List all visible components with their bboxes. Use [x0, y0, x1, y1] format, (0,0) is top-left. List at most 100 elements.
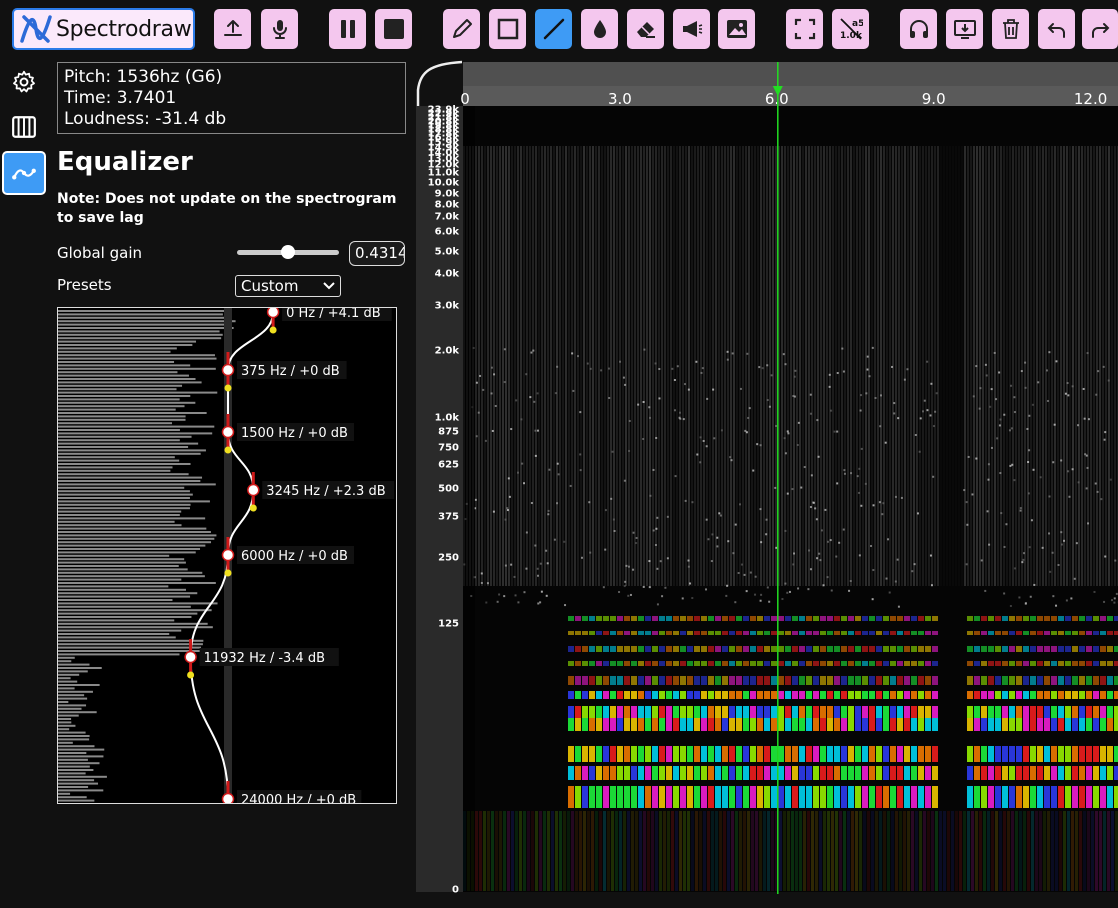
- spectro-harmonic-band: [701, 718, 707, 731]
- equalizer-graph[interactable]: 0 Hz / +4.1 dB 375 Hz / +0 dB 1500 Hz / +0…: [57, 294, 397, 821]
- spectro-low-band: [683, 811, 686, 891]
- spectro-harmonic-band: [659, 786, 665, 808]
- upload-button[interactable]: [214, 9, 251, 49]
- line-button[interactable]: [535, 9, 572, 49]
- spectro-harmonic-band: [617, 616, 623, 621]
- eq-q-handle[interactable]: [269, 326, 277, 334]
- eq-point-handle[interactable]: [221, 548, 235, 562]
- spectro-low-band: [643, 811, 646, 891]
- eq-point-handle[interactable]: [184, 650, 197, 664]
- microphone-icon: [272, 20, 287, 39]
- spectro-harmonic-band: [834, 631, 840, 635]
- global-gain-slider[interactable]: [237, 245, 339, 259]
- spectro-noise-column: [496, 146, 498, 586]
- spectro-speckle: [911, 570, 914, 573]
- sidebar-item-settings[interactable]: [2, 60, 46, 104]
- spectro-harmonic-band: [1100, 746, 1106, 762]
- spectro-speckle: [1013, 411, 1016, 414]
- spectro-speckle: [1048, 532, 1051, 535]
- undo-button[interactable]: [1038, 9, 1075, 49]
- record-button[interactable]: [261, 9, 298, 49]
- spectro-harmonic-band: [897, 691, 903, 699]
- spectro-harmonic-band: [1037, 766, 1043, 780]
- spectro-speckle: [683, 383, 686, 386]
- spectro-harmonic-band: [841, 616, 847, 621]
- note-scale-toggle[interactable]: a5 1.0k: [832, 9, 869, 49]
- pause-button[interactable]: [329, 9, 366, 49]
- stop-button[interactable]: [375, 9, 412, 49]
- eq-q-handle[interactable]: [249, 504, 257, 512]
- spectro-harmonic-band: [701, 766, 707, 780]
- spectro-harmonic-band: [925, 646, 931, 652]
- frequency-label: 375: [438, 511, 459, 523]
- spectro-harmonic-band: [568, 676, 574, 685]
- spectro-harmonic-band: [1100, 786, 1106, 808]
- spectrogram-canvas[interactable]: [463, 106, 1118, 892]
- eq-q-handle[interactable]: [224, 384, 232, 392]
- spectro-harmonic-band: [1072, 631, 1078, 635]
- sidebar-item-piano[interactable]: [2, 105, 46, 149]
- spectro-harmonic-band: [1030, 661, 1036, 666]
- spectro-harmonic-band: [1114, 661, 1118, 666]
- fill-button[interactable]: [581, 9, 618, 49]
- spectro-noise-column: [1045, 146, 1047, 586]
- spectro-noise-column: [793, 146, 795, 586]
- spectro-noise-column: [745, 146, 747, 586]
- eq-point-handle[interactable]: [221, 363, 235, 377]
- image-button[interactable]: [718, 9, 755, 49]
- spectro-noise-column: [667, 146, 669, 586]
- spectro-noise-column: [541, 146, 543, 586]
- spectro-harmonic-band: [652, 786, 658, 808]
- spectro-low-band: [667, 811, 670, 891]
- spectro-harmonic-band: [1058, 616, 1064, 621]
- spectro-harmonic-band: [722, 786, 728, 808]
- eq-q-handle[interactable]: [224, 569, 232, 577]
- eq-q-handle[interactable]: [224, 446, 232, 454]
- amplify-button[interactable]: [673, 9, 710, 49]
- spectro-noise-column: [1075, 146, 1077, 586]
- spectro-harmonic-band: [806, 676, 812, 685]
- pencil-button[interactable]: [443, 9, 480, 49]
- redo-button[interactable]: [1082, 9, 1118, 49]
- eq-point-handle[interactable]: [247, 483, 260, 497]
- sidebar-item-equalizer[interactable]: [2, 151, 46, 195]
- eq-spectrum-bar: [58, 517, 206, 520]
- delete-button[interactable]: [992, 9, 1029, 49]
- eq-point-handle[interactable]: [221, 425, 235, 439]
- spectro-harmonic-band: [729, 786, 735, 808]
- spectro-speckle: [580, 556, 583, 559]
- listen-button[interactable]: [900, 9, 937, 49]
- presets-select[interactable]: Custom: [235, 275, 341, 297]
- spectro-harmonic-band: [911, 676, 917, 685]
- spectro-harmonic-band: [575, 746, 581, 762]
- global-gain-input[interactable]: 0.4314: [349, 241, 405, 266]
- spectro-harmonic-band: [974, 766, 980, 780]
- spectro-speckle: [860, 504, 863, 507]
- app-logo[interactable]: Spectrodraw: [12, 8, 195, 50]
- spectro-harmonic-band: [736, 631, 742, 635]
- spectro-speckle: [537, 602, 540, 605]
- spectro-noise-column: [784, 146, 786, 586]
- spectro-noise-column: [1036, 146, 1038, 586]
- export-button[interactable]: [946, 9, 983, 49]
- rectangle-button[interactable]: [489, 9, 526, 49]
- spectro-noise-column: [1018, 146, 1020, 586]
- spectro-speckle: [1052, 595, 1055, 598]
- timeline-ruler[interactable]: 0 3.0 6.0 9.0 12.0: [460, 62, 1118, 108]
- slider-thumb[interactable]: [281, 245, 295, 259]
- eraser-button[interactable]: [627, 9, 664, 49]
- eq-spectrum-bar: [58, 371, 178, 374]
- eq-point-handle[interactable]: [221, 792, 235, 806]
- timeline-scrollbar[interactable]: [463, 62, 1118, 86]
- spectro-speckle: [894, 495, 897, 498]
- spectro-harmonic-band: [988, 766, 994, 780]
- spectro-harmonic-band: [1009, 691, 1015, 699]
- eq-q-handle[interactable]: [187, 671, 195, 679]
- eq-spectrum-bar: [58, 313, 223, 316]
- spectro-speckle: [516, 471, 519, 474]
- fullscreen-button[interactable]: [786, 9, 823, 49]
- eq-spectrum-bar: [58, 782, 99, 785]
- spectro-harmonic-band: [911, 631, 917, 635]
- spectro-low-band: [1075, 811, 1078, 891]
- eq-point-handle[interactable]: [266, 305, 280, 319]
